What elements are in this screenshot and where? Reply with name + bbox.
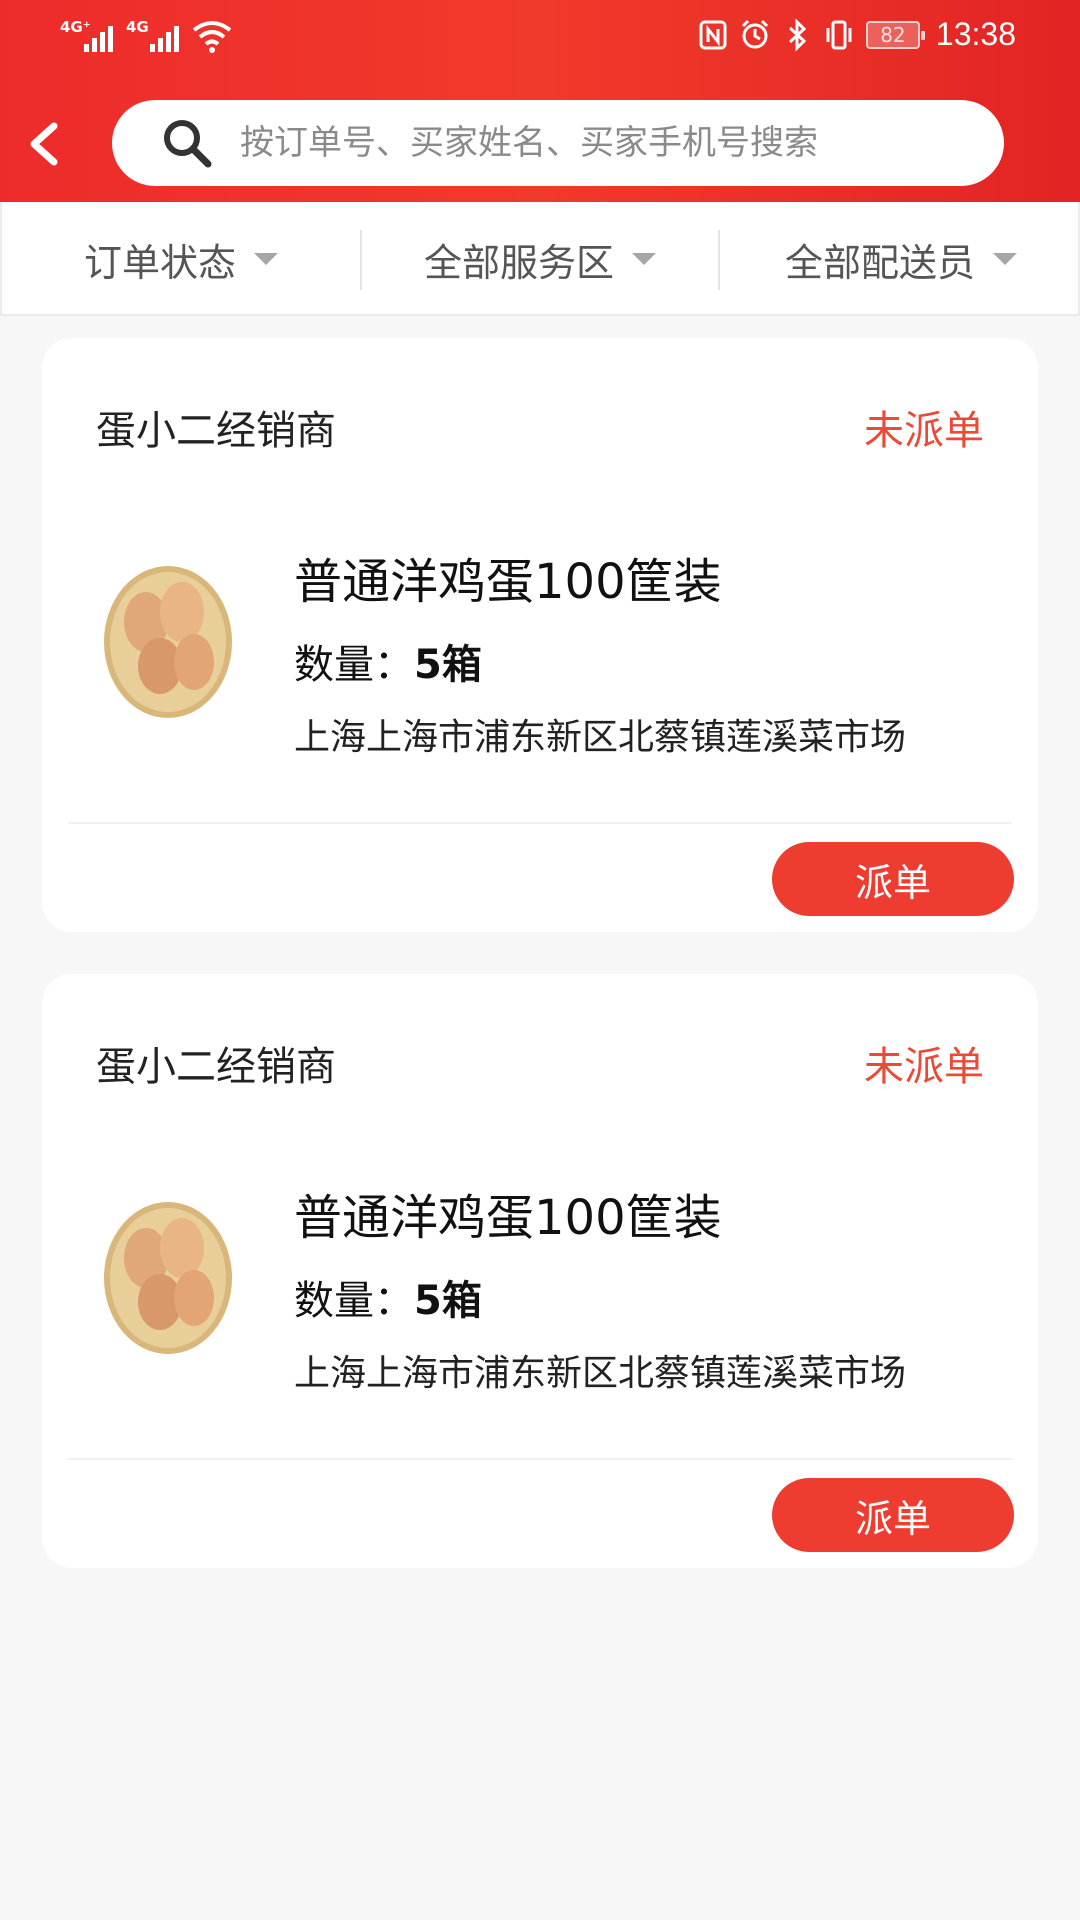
caret-down-icon — [632, 253, 656, 265]
signal-icon: 4G⁺ — [60, 18, 118, 54]
network-type-label: 4G — [126, 18, 149, 36]
order-status-filter[interactable]: 订单状态 — [2, 202, 360, 316]
quantity-label: 数量： — [294, 1278, 414, 1324]
battery-icon: 82 — [865, 20, 925, 49]
status-bar: 4G⁺ 4G 82 13:38 — [0, 0, 1080, 76]
order-status: 未派单 — [864, 408, 984, 454]
wifi-icon — [192, 21, 232, 53]
egg-basket-image — [104, 1202, 232, 1354]
app-header: 4G⁺ 4G 82 13:38 按订单号、买家姓名、买家手机号搜索 — [0, 0, 1080, 202]
order-card[interactable]: 蛋小二经销商 未派单 普通洋鸡蛋100筐装 数量：5箱 上海上海市浦东新区北蔡镇… — [42, 974, 1038, 1568]
courier-filter[interactable]: 全部配送员 — [720, 202, 1080, 316]
battery-level: 82 — [880, 22, 906, 47]
divider — [68, 822, 1012, 824]
quantity: 数量：5箱 — [294, 1268, 482, 1326]
product-name: 普通洋鸡蛋100筐装 — [294, 1190, 722, 1246]
quantity-label: 数量： — [294, 642, 414, 688]
search-input[interactable] — [240, 100, 960, 186]
alarm-icon — [741, 19, 768, 48]
delivery-address: 上海上海市浦东新区北蔡镇莲溪菜市场 — [294, 717, 907, 758]
shop-name: 蛋小二经销商 — [96, 408, 336, 454]
dispatch-button[interactable]: 派单 — [772, 1478, 1014, 1552]
egg-basket-image — [104, 566, 232, 718]
status-time: 13:38 — [935, 16, 1016, 52]
search-icon — [164, 120, 212, 168]
caret-down-icon — [254, 253, 278, 265]
signal-icon: 4G — [126, 18, 184, 54]
divider — [68, 1458, 1012, 1460]
caret-down-icon — [993, 253, 1017, 265]
bluetooth-icon — [788, 17, 807, 52]
back-arrow-icon[interactable] — [22, 118, 70, 170]
shop-name: 蛋小二经销商 — [96, 1044, 336, 1090]
filter-label: 全部服务区 — [423, 240, 614, 285]
filter-label: 全部配送员 — [784, 240, 975, 285]
product-name: 普通洋鸡蛋100筐装 — [294, 554, 722, 610]
filter-bar: 订单状态 全部服务区 全部配送员 — [0, 202, 1080, 316]
quantity-value: 5箱 — [414, 642, 482, 688]
service-area-filter[interactable]: 全部服务区 — [362, 202, 718, 316]
nfc-icon — [699, 20, 727, 49]
dispatch-button[interactable]: 派单 — [772, 842, 1014, 916]
quantity: 数量：5箱 — [294, 632, 482, 690]
delivery-address: 上海上海市浦东新区北蔡镇莲溪菜市场 — [294, 1353, 907, 1394]
vibrate-icon — [826, 20, 852, 49]
order-card[interactable]: 蛋小二经销商 未派单 普通洋鸡蛋100筐装 数量：5箱 上海上海市浦东新区北蔡镇… — [42, 338, 1038, 932]
filter-label: 订单状态 — [83, 240, 236, 285]
order-status: 未派单 — [864, 1044, 984, 1090]
quantity-value: 5箱 — [414, 1278, 482, 1324]
search-bar[interactable] — [112, 100, 1004, 186]
